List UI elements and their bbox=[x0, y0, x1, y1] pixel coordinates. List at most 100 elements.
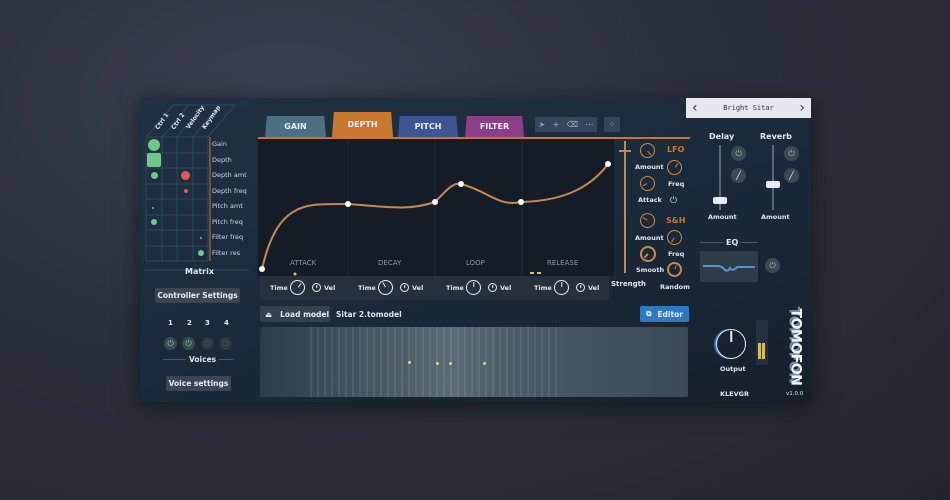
loop-vel-knob[interactable] bbox=[488, 283, 497, 292]
time-label: Time bbox=[446, 284, 464, 292]
attack-vel-knob[interactable] bbox=[312, 283, 321, 292]
amount-label: Amount bbox=[761, 213, 790, 221]
waveform-display[interactable] bbox=[260, 327, 688, 397]
vel-label: Vel bbox=[588, 284, 600, 292]
voices-label: Voices bbox=[186, 355, 220, 364]
amount-label: Amount bbox=[635, 234, 664, 242]
editor-button[interactable]: ⧉ Editor bbox=[640, 306, 689, 322]
controller-settings-button[interactable]: Controller Settings bbox=[155, 288, 240, 303]
random-label: Random bbox=[660, 283, 690, 291]
attack-label: Attack bbox=[638, 196, 662, 204]
voice-1-power-icon[interactable]: ⏻ bbox=[164, 337, 177, 350]
editor-label: Editor bbox=[657, 309, 683, 319]
reverb-power-icon[interactable]: ⏻ bbox=[784, 146, 799, 161]
voice-number: 1 bbox=[168, 319, 173, 327]
matrix-cell-dot[interactable] bbox=[184, 189, 188, 193]
vel-label: Vel bbox=[412, 284, 424, 292]
matrix-cell-dot[interactable] bbox=[151, 172, 158, 179]
reverb-label: Reverb bbox=[760, 132, 792, 141]
matrix-cell-dot[interactable] bbox=[152, 207, 154, 209]
eq-display[interactable] bbox=[700, 251, 758, 282]
matrix-cell-dot[interactable] bbox=[181, 171, 190, 180]
freq-label: Freq bbox=[668, 180, 685, 188]
strength-slider-handle[interactable] bbox=[619, 150, 631, 152]
voice-3-power-icon[interactable]: ⏻ bbox=[201, 337, 214, 350]
klevgr-logo: KLEVGR bbox=[720, 390, 749, 398]
output-label: Output bbox=[720, 365, 746, 373]
delay-edit-icon[interactable]: ╱ bbox=[731, 168, 746, 183]
sh-label: S&H bbox=[666, 216, 686, 225]
output-knob[interactable] bbox=[716, 329, 746, 359]
matrix-row: Depth amt bbox=[212, 171, 247, 179]
pointer-tool-icon[interactable]: ➤ bbox=[539, 120, 546, 129]
preset-name[interactable]: Bright Sitar bbox=[723, 104, 774, 112]
stage-label: RELEASE bbox=[547, 259, 579, 267]
tab-pitch[interactable]: PITCH bbox=[398, 116, 458, 137]
tomofon-logo: TOMOFON bbox=[787, 308, 803, 386]
split-icon[interactable]: ⋯ bbox=[585, 120, 593, 129]
time-label: Time bbox=[358, 284, 376, 292]
edit-tools: ➤ + ⌫ ⋯ bbox=[535, 117, 597, 132]
next-preset-button[interactable]: › bbox=[799, 100, 805, 116]
envelope-graph[interactable] bbox=[258, 139, 614, 276]
matrix-row: Filter freq bbox=[212, 233, 244, 241]
matrix-cell-dot[interactable] bbox=[200, 237, 202, 239]
strength-label: Strength bbox=[611, 280, 646, 288]
amount-label: Amount bbox=[708, 213, 737, 221]
stage-label: ATTACK bbox=[290, 259, 317, 267]
matrix-row: Depth freq bbox=[212, 187, 247, 195]
release-time-knob[interactable] bbox=[554, 280, 569, 295]
decay-vel-knob[interactable] bbox=[400, 283, 409, 292]
voice-4-power-icon[interactable]: ⏻ bbox=[219, 337, 232, 350]
matrix-row: Filter res bbox=[212, 249, 241, 257]
add-point-icon[interactable]: + bbox=[553, 120, 560, 129]
eq-power-icon[interactable]: ⏻ bbox=[765, 258, 780, 273]
matrix-row: Depth bbox=[212, 156, 232, 164]
erase-icon[interactable]: ⌫ bbox=[567, 120, 578, 129]
matrix-cell-dot[interactable] bbox=[148, 139, 160, 151]
loop-time-knob[interactable] bbox=[466, 280, 481, 295]
matrix-row: Pitch amt bbox=[212, 202, 243, 210]
load-model-label: Load model bbox=[280, 309, 330, 319]
stage-label: DECAY bbox=[378, 259, 402, 267]
tab-filter[interactable]: FILTER bbox=[465, 116, 524, 137]
amount-label: Amount bbox=[635, 163, 664, 171]
matrix-row: Gain bbox=[212, 140, 227, 148]
matrix-row: Pitch freq bbox=[212, 218, 243, 226]
voice-2-power-icon[interactable]: ⏻ bbox=[182, 337, 195, 350]
release-vel-knob[interactable] bbox=[576, 283, 585, 292]
snap-icon[interactable]: ⁘ bbox=[604, 117, 620, 132]
stage-label: LOOP bbox=[466, 259, 485, 267]
reverb-edit-icon[interactable]: ╱ bbox=[784, 168, 799, 183]
vel-label: Vel bbox=[500, 284, 512, 292]
prev-preset-button[interactable]: ‹ bbox=[692, 100, 698, 116]
voice-number: 2 bbox=[187, 319, 192, 327]
reverb-slider-handle[interactable] bbox=[766, 181, 780, 188]
reverb-amount-slider[interactable] bbox=[772, 145, 774, 210]
matrix-cell-dot[interactable] bbox=[147, 153, 161, 167]
delay-power-icon[interactable]: ⏻ bbox=[731, 146, 746, 161]
freq-label: Freq bbox=[668, 250, 685, 258]
matrix-cell-dot[interactable] bbox=[151, 219, 157, 225]
eject-icon: ⏏ bbox=[265, 309, 273, 319]
time-label: Time bbox=[534, 284, 552, 292]
voice-settings-button[interactable]: Voice settings bbox=[166, 376, 231, 391]
delay-label: Delay bbox=[709, 132, 735, 141]
strength-slider[interactable] bbox=[624, 141, 626, 273]
matrix-title: Matrix bbox=[185, 267, 215, 276]
tab-depth[interactable]: DEPTH bbox=[332, 112, 393, 137]
voice-number: 4 bbox=[224, 319, 229, 327]
windows-icon: ⧉ bbox=[646, 309, 652, 318]
load-model-button[interactable]: ⏏ Load model bbox=[260, 306, 330, 322]
eq-label: EQ bbox=[723, 238, 742, 247]
lfo-label: LFO bbox=[667, 145, 685, 154]
delay-slider-handle[interactable] bbox=[713, 197, 727, 204]
tab-gain[interactable]: GAIN bbox=[265, 116, 326, 137]
voice-number: 3 bbox=[205, 319, 210, 327]
output-meter bbox=[756, 320, 768, 365]
time-label: Time bbox=[270, 284, 288, 292]
model-name: Sitar 2.tomodel bbox=[336, 310, 402, 319]
lfo-power-icon[interactable]: ⏻ bbox=[670, 196, 677, 206]
matrix-cell-dot[interactable] bbox=[198, 250, 204, 256]
preset-selector: ‹ Bright Sitar › bbox=[686, 98, 811, 118]
